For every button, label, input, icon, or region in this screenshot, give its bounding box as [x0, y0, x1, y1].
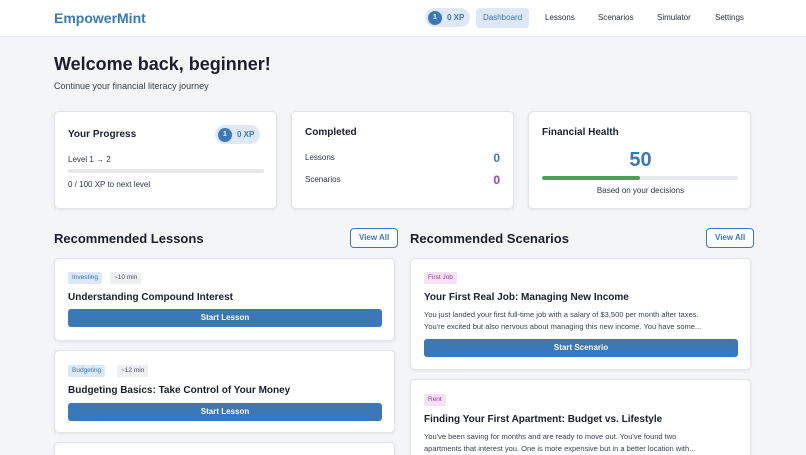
nav-settings[interactable]: Settings	[708, 8, 751, 28]
lesson-title: Budgeting Basics: Take Control of Your M…	[68, 385, 291, 396]
lesson-card: Investing ~10 min Understanding Compound…	[54, 258, 395, 341]
start-lesson-button[interactable]: Start Lesson	[68, 309, 382, 327]
scenarios-completed-count: 0	[493, 173, 500, 187]
financial-health-caption: Based on your decisions	[596, 186, 685, 195]
xp-to-next: 0 / 100 XP to next level	[68, 180, 151, 189]
completed-card: Completed Lessons 0 Scenarios 0	[291, 111, 514, 209]
lesson-duration-tag: ~12 min	[117, 365, 149, 377]
scenario-card: Rent Finding Your First Apartment: Budge…	[410, 379, 751, 455]
scenario-category-tag: First Job	[424, 272, 457, 284]
lesson-category-tag: Budgeting	[68, 365, 106, 377]
financial-health-fill	[542, 176, 640, 180]
scenario-title: Finding Your First Apartment: Budget vs.…	[424, 414, 663, 425]
scenario-description-line: You just landed your first full-time job…	[424, 310, 699, 319]
financial-health-card: Financial Health 50 Based on your decisi…	[528, 111, 751, 209]
scenario-description-line: You're excited but also nervous about ma…	[424, 322, 702, 331]
progress-title: Your Progress	[68, 129, 137, 140]
lesson-card	[54, 442, 395, 455]
nav-scenarios[interactable]: Scenarios	[591, 8, 641, 28]
scenario-title: Your First Real Job: Managing New Income	[424, 292, 629, 303]
xp-label: 0 XP	[447, 13, 465, 22]
scenarios-section-title: Recommended Scenarios	[410, 231, 569, 246]
level-progress-bar	[68, 169, 264, 173]
start-lesson-button[interactable]: Start Lesson	[68, 403, 382, 421]
nav-lessons[interactable]: Lessons	[538, 8, 582, 28]
app-logo[interactable]: EmpowerMint	[54, 10, 146, 26]
lessons-section-title: Recommended Lessons	[54, 231, 204, 246]
scenario-description: You just landed your first full-time job…	[424, 309, 742, 333]
completed-title: Completed	[305, 127, 357, 138]
scenario-description-line: You've been saving for months and are re…	[424, 432, 677, 441]
level-text: Level 1 → 2	[68, 155, 111, 164]
page-title: Welcome back, beginner!	[54, 54, 271, 74]
xp-label: 0 XP	[237, 130, 255, 139]
scenario-category-tag: Rent	[424, 394, 446, 406]
scenarios-view-all-button[interactable]: View All	[706, 228, 755, 248]
scenario-card: First Job Your First Real Job: Managing …	[410, 258, 751, 370]
level-badge: 1	[428, 10, 442, 25]
lesson-title: Understanding Compound Interest	[68, 292, 233, 303]
scenario-description: You've been saving for months and are re…	[424, 431, 742, 455]
lessons-completed-label: Lessons	[305, 153, 335, 162]
lesson-category-tag: Investing	[68, 272, 103, 284]
top-nav: EmpowerMint 1 0 XP Dashboard Lessons Sce…	[0, 0, 806, 37]
lessons-view-all-button[interactable]: View All	[350, 228, 399, 248]
level-badge: 1	[218, 127, 232, 142]
lessons-completed-count: 0	[493, 151, 500, 165]
nav-simulator[interactable]: Simulator	[650, 8, 698, 28]
financial-health-title: Financial Health	[542, 127, 619, 138]
financial-health-score: 50	[629, 149, 652, 171]
scenarios-completed-label: Scenarios	[305, 175, 341, 184]
scenario-description-line: apartments that interest you. One is mor…	[424, 444, 696, 453]
financial-health-bar	[542, 176, 738, 180]
progress-xp-pill: 1 0 XP	[215, 125, 261, 144]
progress-card: Your Progress 1 0 XP Level 1 → 2 0 / 100…	[54, 111, 277, 209]
lesson-duration-tag: ~10 min	[110, 272, 142, 284]
start-scenario-button[interactable]: Start Scenario	[424, 339, 738, 357]
xp-pill: 1 0 XP	[425, 8, 471, 27]
lesson-card: Budgeting ~12 min Budgeting Basics: Take…	[54, 350, 395, 433]
nav-dashboard[interactable]: Dashboard	[476, 8, 530, 28]
page-subtitle: Continue your financial literacy journey	[54, 81, 209, 91]
